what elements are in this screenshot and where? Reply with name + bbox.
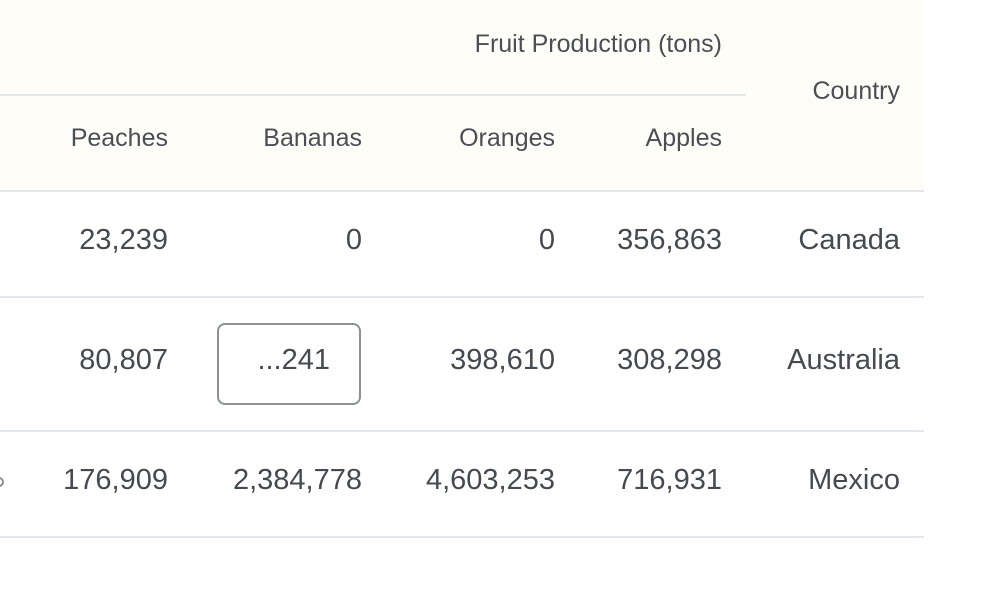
row-divider <box>0 430 924 432</box>
column-group-divider <box>0 94 746 96</box>
column-header-bananas[interactable]: Bananas <box>263 124 362 153</box>
column-header-peaches[interactable]: Peaches <box>71 124 168 153</box>
cell-bananas-focused[interactable]: ...241 <box>257 344 330 377</box>
radio-circle-icon[interactable] <box>0 477 4 487</box>
cell-peaches[interactable]: 23,239 <box>79 224 168 257</box>
cell-peaches[interactable]: 80,807 <box>79 344 168 377</box>
row-divider <box>0 296 924 298</box>
cell-apples[interactable]: 308,298 <box>617 344 722 377</box>
cell-oranges[interactable]: 398,610 <box>450 344 555 377</box>
fruit-production-table: Fruit Production (tons) Country Peaches … <box>0 0 1000 600</box>
row-divider <box>0 536 924 538</box>
cell-bananas[interactable]: 0 <box>346 224 362 257</box>
cell-peaches[interactable]: 176,909 <box>63 464 168 497</box>
header-divider <box>0 190 924 192</box>
cell-country[interactable]: Canada <box>798 224 900 257</box>
column-group-header: Fruit Production (tons) <box>474 30 722 58</box>
cell-country[interactable]: Mexico <box>808 464 900 497</box>
cell-bananas[interactable]: 2,384,778 <box>233 464 362 497</box>
cell-apples[interactable]: 356,863 <box>617 224 722 257</box>
cell-oranges[interactable]: 4,603,253 <box>426 464 555 497</box>
cell-oranges[interactable]: 0 <box>539 224 555 257</box>
cell-apples[interactable]: 716,931 <box>617 464 722 497</box>
column-header-oranges[interactable]: Oranges <box>459 124 555 153</box>
cell-country[interactable]: Australia <box>787 344 900 377</box>
column-header-country[interactable]: Country <box>812 77 900 106</box>
column-header-apples[interactable]: Apples <box>646 124 722 153</box>
